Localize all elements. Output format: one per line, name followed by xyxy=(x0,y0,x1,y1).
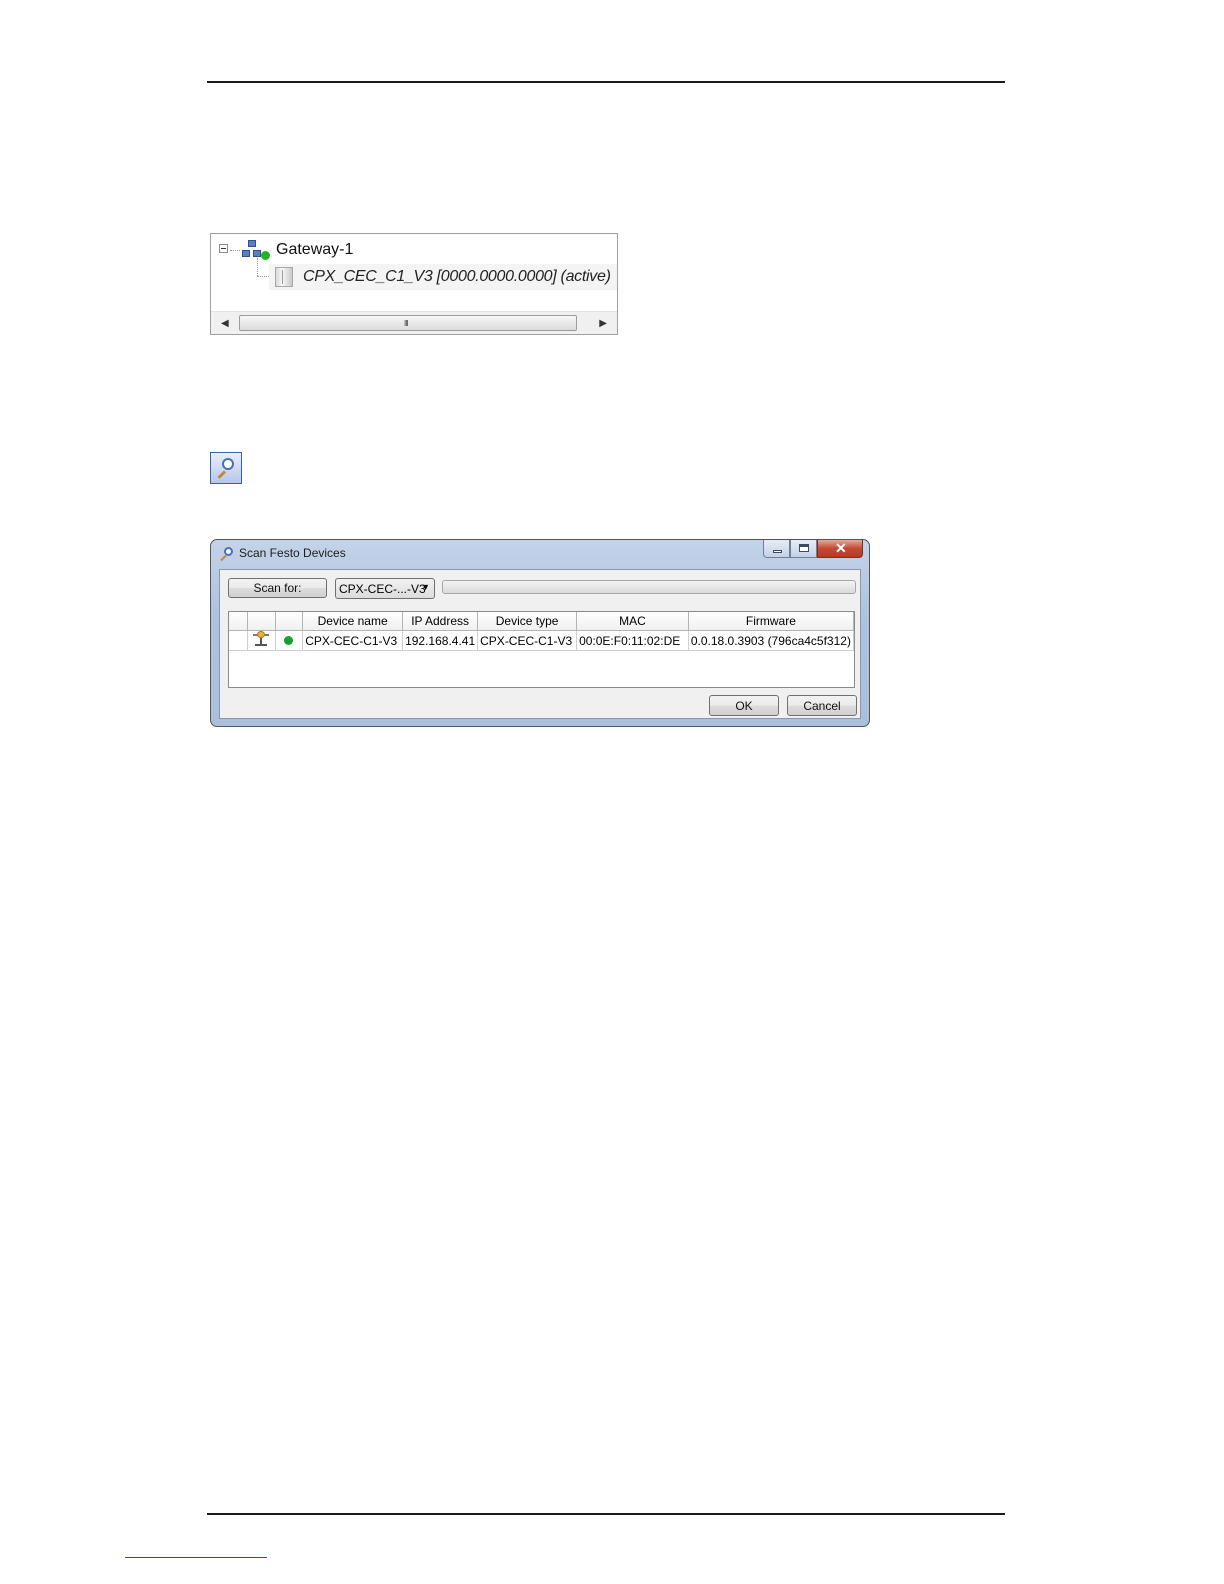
project-tree-panel: Gateway-1 CPX_CEC_C1_V3 [0000.0000.0000]… xyxy=(210,233,618,335)
cell-device-name: CPX-CEC-C1-V3 xyxy=(302,630,404,651)
cancel-button[interactable]: Cancel xyxy=(787,695,857,716)
tree-node-device[interactable]: CPX_CEC_C1_V3 [0000.0000.0000] (active) xyxy=(269,264,617,290)
network-icon xyxy=(242,239,270,261)
scan-progress-bar xyxy=(442,580,856,594)
cell-firmware: 0.0.18.0.3903 (796ca4c5f312) xyxy=(687,630,854,651)
magnifier-icon xyxy=(220,547,234,562)
column-header-icon xyxy=(246,612,276,631)
column-header-device-type[interactable]: Device type xyxy=(477,612,578,631)
scroll-left-icon[interactable]: ◀ xyxy=(221,318,229,329)
scroll-right-icon[interactable]: ▶ xyxy=(599,318,607,329)
device-lamp-icon xyxy=(252,631,270,648)
device-filter-select[interactable]: CPX-CEC-...-V3 ▼ xyxy=(335,578,435,599)
cell-device-type: CPX-CEC-C1-V3 xyxy=(477,630,578,651)
column-header-ip-address[interactable]: IP Address xyxy=(402,612,479,631)
table-row[interactable]: CPX-CEC-C1-V3 192.168.4.41 CPX-CEC-C1-V3… xyxy=(229,630,854,651)
footer-rule xyxy=(207,1513,1005,1515)
close-button[interactable]: ✕ xyxy=(817,540,863,558)
dialog-title: Scan Festo Devices xyxy=(239,546,346,560)
dialog-titlebar[interactable]: Scan Festo Devices ✕ xyxy=(211,540,869,568)
dialog-body: Scan for: CPX-CEC-...-V3 ▼ Device name I… xyxy=(219,569,861,719)
header-rule xyxy=(207,81,1005,83)
scrollbar-thumb[interactable]: III xyxy=(239,315,577,331)
scan-for-button[interactable]: Scan for: xyxy=(228,578,327,598)
column-header-firmware[interactable]: Firmware xyxy=(687,612,854,631)
table-header-row: Device name IP Address Device type MAC F… xyxy=(229,612,854,631)
device-icon-cell xyxy=(246,630,276,651)
ok-button[interactable]: OK xyxy=(709,695,779,716)
maximize-button[interactable] xyxy=(790,540,817,558)
cell-mac: 00:0E:F0:11:02:DE xyxy=(576,630,689,651)
scrollbar-grip: III xyxy=(404,319,409,328)
status-cell xyxy=(274,630,304,651)
status-online-icon xyxy=(284,635,294,645)
collapse-icon[interactable] xyxy=(219,243,228,253)
tree-node-device-label: CPX_CEC_C1_V3 [0000.0000.0000] (active) xyxy=(303,268,611,285)
column-header-device-name[interactable]: Device name xyxy=(302,612,404,631)
device-filter-value: CPX-CEC-...-V3 xyxy=(339,582,426,596)
tree-node-gateway-label: Gateway-1 xyxy=(276,241,354,258)
devices-table: Device name IP Address Device type MAC F… xyxy=(228,611,855,688)
tree-node-gateway[interactable]: Gateway-1 xyxy=(219,239,353,261)
scan-devices-button[interactable] xyxy=(210,452,242,484)
close-icon: ✕ xyxy=(835,540,847,556)
scan-festo-devices-dialog: Scan Festo Devices ✕ Scan for: CPX-CEC-.… xyxy=(210,539,870,727)
horizontal-scrollbar[interactable]: ◀ III ▶ xyxy=(211,311,617,334)
footer-link-underline[interactable] xyxy=(125,1557,267,1558)
row-selector[interactable] xyxy=(229,630,248,651)
status-online-icon xyxy=(261,251,270,260)
chevron-down-icon: ▼ xyxy=(421,582,430,592)
column-header-select xyxy=(229,612,248,631)
device-module-icon xyxy=(275,267,293,287)
cell-ip-address: 192.168.4.41 xyxy=(402,630,479,651)
column-header-status xyxy=(274,612,304,631)
magnifier-icon xyxy=(222,458,234,470)
column-header-mac[interactable]: MAC xyxy=(576,612,689,631)
minimize-button[interactable] xyxy=(763,540,790,558)
